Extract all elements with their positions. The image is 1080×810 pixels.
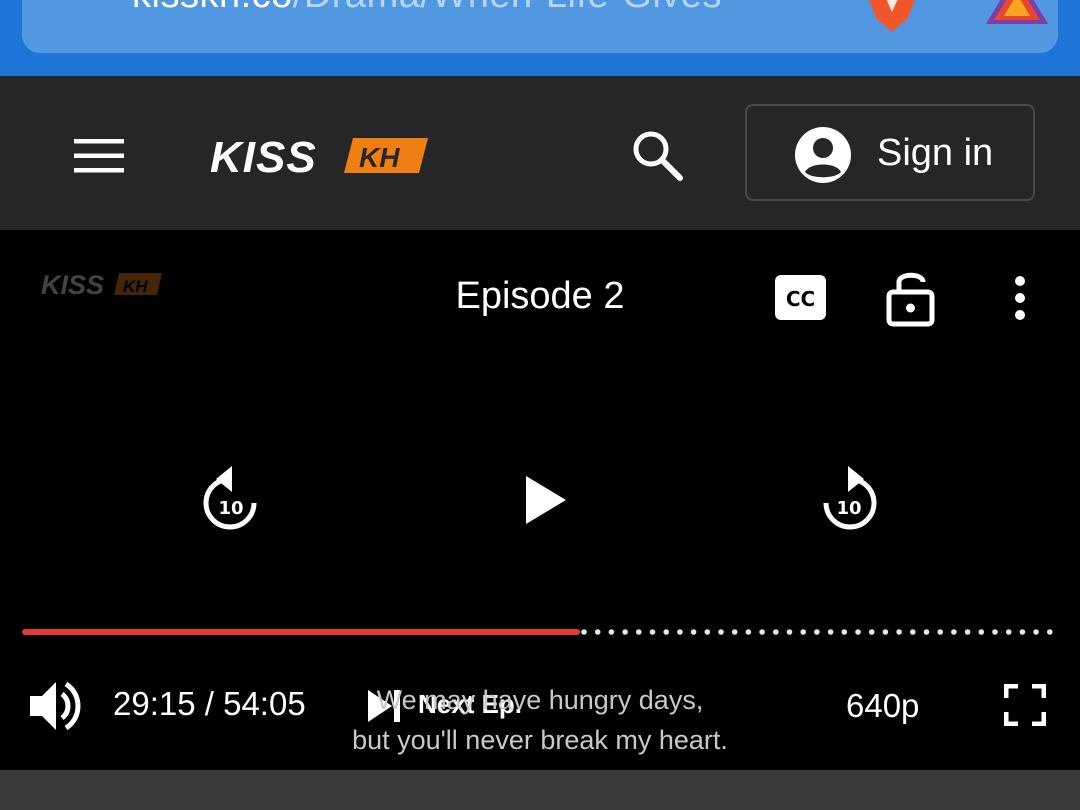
progress-dot (951, 629, 957, 635)
progress-dot (910, 629, 916, 635)
rewind-10-button[interactable]: 10 (200, 462, 262, 539)
menu-icon[interactable] (74, 139, 126, 173)
progress-dot (923, 629, 930, 635)
site-logo[interactable]: KISS KH (208, 133, 430, 183)
progress-dot (937, 629, 943, 635)
next-episode-label: Next Ep. (418, 689, 523, 719)
skip-next-icon (368, 690, 400, 722)
fullscreen-icon[interactable] (1004, 684, 1046, 726)
progress-dot (745, 629, 752, 635)
progress-dot (704, 629, 711, 635)
progress-dot (1019, 629, 1026, 635)
progress-dot (1047, 629, 1053, 635)
progress-dot (581, 629, 587, 635)
progress-dot (800, 629, 806, 635)
progress-dot (868, 629, 875, 635)
time-display: 29:15 / 54:05 (113, 685, 306, 722)
progress-dot (814, 629, 820, 635)
lock-open-icon[interactable] (885, 268, 937, 328)
progress-dot (992, 629, 998, 635)
sign-in-button[interactable]: Sign in (745, 104, 1035, 201)
progress-dot (882, 629, 889, 635)
forward-10-button[interactable]: 10 (818, 462, 880, 539)
progress-dot (827, 629, 834, 635)
progress-dot (636, 629, 642, 635)
bottom-panel (0, 770, 1080, 810)
closed-captions-icon[interactable]: CC (775, 275, 827, 321)
progress-dot (759, 629, 765, 635)
play-icon[interactable] (520, 472, 570, 528)
progress-dot (677, 629, 683, 635)
progress-dot (594, 629, 601, 635)
progress-bar[interactable] (22, 628, 1055, 636)
progress-dot (841, 629, 848, 635)
site-info-icon[interactable] (70, 0, 112, 14)
progress-dot (1005, 629, 1012, 635)
search-icon[interactable] (630, 128, 684, 182)
progress-dot (622, 629, 628, 635)
progress-dot (649, 629, 656, 635)
logo-word: KISS (210, 134, 317, 178)
url-domain: kisskh.co (132, 0, 293, 16)
logo-badge: KH (359, 142, 400, 173)
browser-address-bar: kisskh.co/Drama/When-Life-Gives (0, 0, 1080, 76)
url-text: kisskh.co/Drama/When-Life-Gives (132, 0, 722, 17)
progress-dot (663, 629, 669, 635)
progress-dot (1033, 629, 1039, 635)
progress-dot (773, 629, 779, 635)
progress-dot (978, 629, 985, 635)
brave-rewards-icon[interactable] (984, 0, 1050, 26)
url-field[interactable]: kisskh.co/Drama/When-Life-Gives (22, 0, 1058, 53)
progress-dot (855, 629, 861, 635)
progress-dot (896, 629, 902, 635)
svg-text:CC: CC (786, 287, 815, 311)
progress-dot (786, 629, 793, 635)
quality-selector[interactable]: 640p (846, 687, 919, 725)
url-path: /Drama/When-Life-Gives (293, 0, 722, 16)
account-icon (795, 127, 851, 183)
progress-dot (964, 629, 971, 635)
progress-remaining (581, 629, 1053, 635)
more-options-icon[interactable] (1008, 273, 1032, 325)
forward-seconds: 10 (836, 498, 861, 519)
volume-icon[interactable] (28, 678, 84, 734)
progress-dot (690, 629, 697, 635)
progress-dot (731, 629, 738, 635)
rewind-seconds: 10 (218, 498, 243, 519)
progress-dot (718, 629, 724, 635)
progress-dot (608, 629, 615, 635)
progress-played (22, 629, 580, 635)
brave-shield-icon[interactable] (862, 0, 922, 34)
sign-in-label: Sign in (877, 132, 994, 174)
